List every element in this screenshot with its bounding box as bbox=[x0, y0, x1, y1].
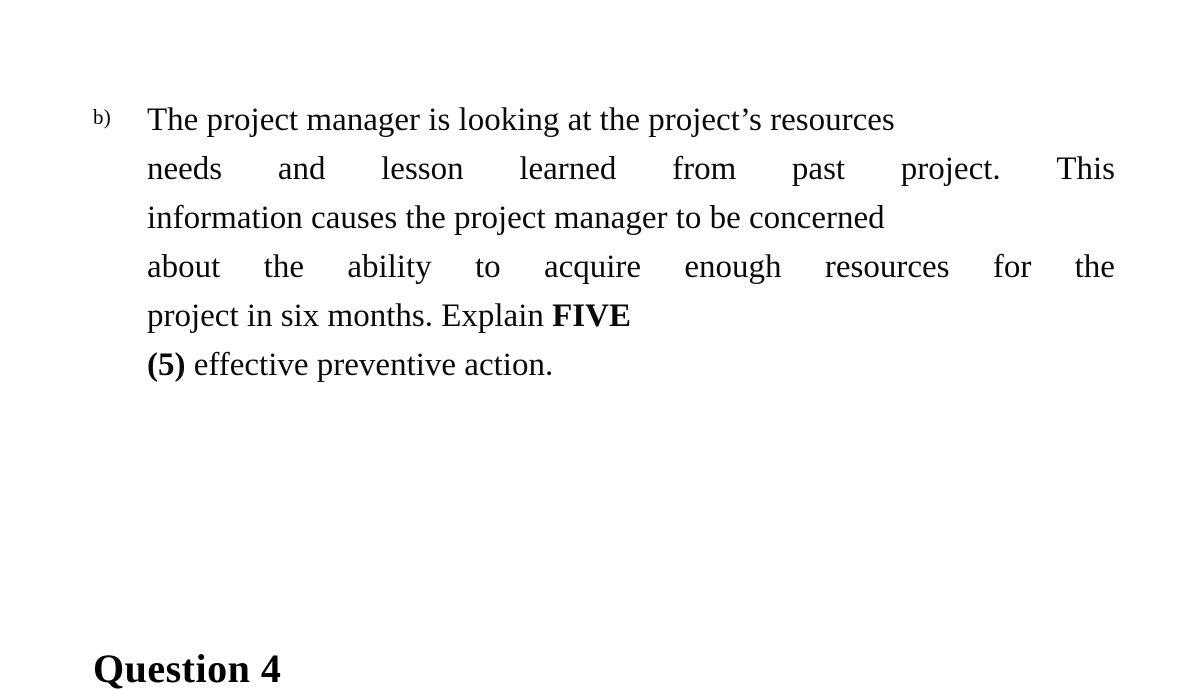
text-line-4: about the ability to acquire enough reso… bbox=[147, 243, 1115, 292]
text-segment-emphasis-five: FIVE bbox=[552, 298, 631, 334]
word: the bbox=[263, 249, 304, 285]
word: for bbox=[992, 249, 1032, 285]
text-line-3: information causes the project manager t… bbox=[147, 200, 885, 236]
word: acquire bbox=[543, 249, 642, 285]
word: enough bbox=[684, 249, 782, 285]
word: This bbox=[1056, 151, 1115, 187]
text-line-6: (5) effective preventive action. bbox=[147, 341, 1115, 390]
word: about bbox=[147, 249, 221, 285]
word: learned bbox=[519, 151, 617, 187]
word: and bbox=[277, 151, 326, 187]
text-segment-plain: project in six months. Explain bbox=[147, 298, 553, 334]
word: lesson bbox=[381, 151, 464, 187]
word: ability bbox=[347, 249, 432, 285]
word: the bbox=[1074, 249, 1115, 285]
text-segment-plain: effective preventive action. bbox=[185, 347, 554, 383]
question-text-body: The project manager is looking at the pr… bbox=[147, 96, 1115, 390]
word: needs bbox=[147, 151, 223, 187]
word: project. bbox=[900, 151, 1001, 187]
list-marker-b: b) bbox=[93, 105, 111, 129]
word: past bbox=[791, 151, 846, 187]
text-segment-emphasis-marks: (5) bbox=[147, 347, 186, 383]
word: to bbox=[474, 249, 501, 285]
word: from bbox=[672, 151, 737, 187]
document-page: b) The project manager is looking at the… bbox=[0, 0, 1200, 691]
word: resources bbox=[824, 249, 950, 285]
next-question-heading: Question 4 bbox=[93, 646, 282, 691]
text-line-2: needs and lesson learned from past proje… bbox=[147, 145, 1115, 194]
text-line-5: project in six months. Explain FIVE bbox=[147, 292, 1115, 341]
text-line-1: The project manager is looking at the pr… bbox=[147, 102, 895, 138]
